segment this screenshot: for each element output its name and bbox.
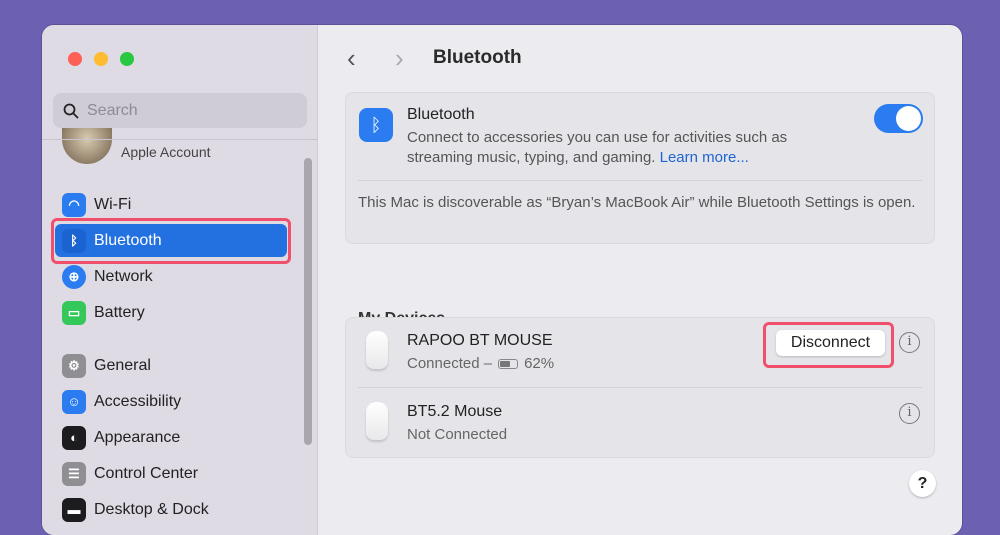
device-name: BT5.2 Mouse: [407, 403, 503, 420]
battery-percent: 62%: [524, 355, 555, 372]
forward-button[interactable]: ›: [395, 43, 404, 74]
sidebar: Search Apple Account ◠ Wi-Fi ᛒ Bluetooth ⊕…: [42, 25, 318, 535]
sidebar-item-label: Control Center: [94, 464, 199, 482]
device-name: RAPOO BT MOUSE: [407, 332, 553, 349]
back-button[interactable]: ‹: [347, 43, 356, 74]
mouse-icon: [366, 402, 388, 440]
sidebar-item-label: Appearance: [94, 428, 181, 446]
search-placeholder: Search: [87, 101, 138, 119]
bluetooth-toggle[interactable]: [874, 104, 923, 133]
bluetooth-label: Bluetooth: [407, 106, 475, 123]
device-status: Connected – 62%: [407, 355, 554, 372]
bluetooth-icon: ᛒ: [359, 108, 393, 142]
accessibility-icon: ☺: [62, 389, 86, 414]
sidebar-item-label: Desktop & Dock: [94, 500, 209, 518]
sidebar-item-battery[interactable]: ▭ Battery: [55, 296, 287, 329]
device-row[interactable]: BT5.2 Mouse Not Connected i: [346, 389, 934, 459]
bluetooth-description: Connect to accessories you can use for a…: [407, 128, 847, 168]
control-center-icon: ☰: [62, 461, 86, 486]
info-icon[interactable]: i: [899, 332, 920, 353]
search-input[interactable]: Search: [53, 93, 307, 128]
minimize-button[interactable]: [94, 52, 108, 66]
help-button[interactable]: ?: [909, 470, 936, 497]
sidebar-item-label: General: [94, 356, 151, 374]
sidebar-item-wifi[interactable]: ◠ Wi-Fi: [55, 188, 287, 221]
zoom-button[interactable]: [120, 52, 134, 66]
globe-icon: ⊕: [62, 264, 86, 289]
sidebar-item-control-center[interactable]: ☰ Control Center: [55, 457, 287, 490]
sidebar-item-label: Accessibility: [94, 392, 182, 410]
sidebar-item-label: Battery: [94, 303, 145, 321]
learn-more-link[interactable]: Learn more...: [660, 149, 749, 166]
device-status: Not Connected: [407, 426, 508, 443]
divider: [358, 387, 922, 388]
divider: [42, 139, 318, 140]
status-text: Connected –: [407, 355, 493, 372]
sidebar-item-general[interactable]: ⚙ General: [55, 349, 287, 382]
sidebar-item-accessibility[interactable]: ☺ Accessibility: [55, 385, 287, 418]
sidebar-scrollbar[interactable]: [304, 158, 312, 445]
bluetooth-card: ᛒ Bluetooth Connect to accessories you c…: [345, 92, 935, 244]
page-title: Bluetooth: [433, 47, 522, 68]
search-icon: [63, 103, 79, 119]
battery-fill: [500, 360, 510, 367]
highlight-annotation: [51, 218, 291, 264]
wifi-icon: ◠: [62, 192, 86, 217]
toggle-knob: [896, 106, 921, 131]
battery-icon: [498, 358, 519, 369]
highlight-annotation: [763, 322, 894, 368]
gear-icon: ⚙: [62, 353, 86, 378]
system-settings-window: Search Apple Account ◠ Wi-Fi ᛒ Bluetooth ⊕…: [42, 25, 962, 535]
divider: [358, 180, 922, 181]
close-button[interactable]: [68, 52, 82, 66]
info-icon[interactable]: i: [899, 403, 920, 424]
sidebar-item-network[interactable]: ⊕ Network: [55, 260, 287, 293]
dock-icon: ▬: [62, 497, 86, 522]
sidebar-item-appearance[interactable]: ◐ Appearance: [55, 421, 287, 454]
appearance-icon: ◐: [62, 425, 86, 450]
mouse-icon: [366, 331, 388, 369]
battery-icon: ▭: [62, 300, 86, 325]
sidebar-item-desktop-dock[interactable]: ▬ Desktop & Dock: [55, 493, 287, 526]
avatar[interactable]: [62, 128, 112, 164]
sidebar-item-label: Network: [94, 267, 153, 285]
discoverable-text: This Mac is discoverable as “Bryan’s Mac…: [358, 194, 916, 211]
main-pane: ‹ › Bluetooth ᛒ Bluetooth Connect to acc…: [319, 25, 962, 535]
apple-account-label[interactable]: Apple Account: [121, 144, 211, 160]
sidebar-item-label: Wi-Fi: [94, 195, 132, 213]
